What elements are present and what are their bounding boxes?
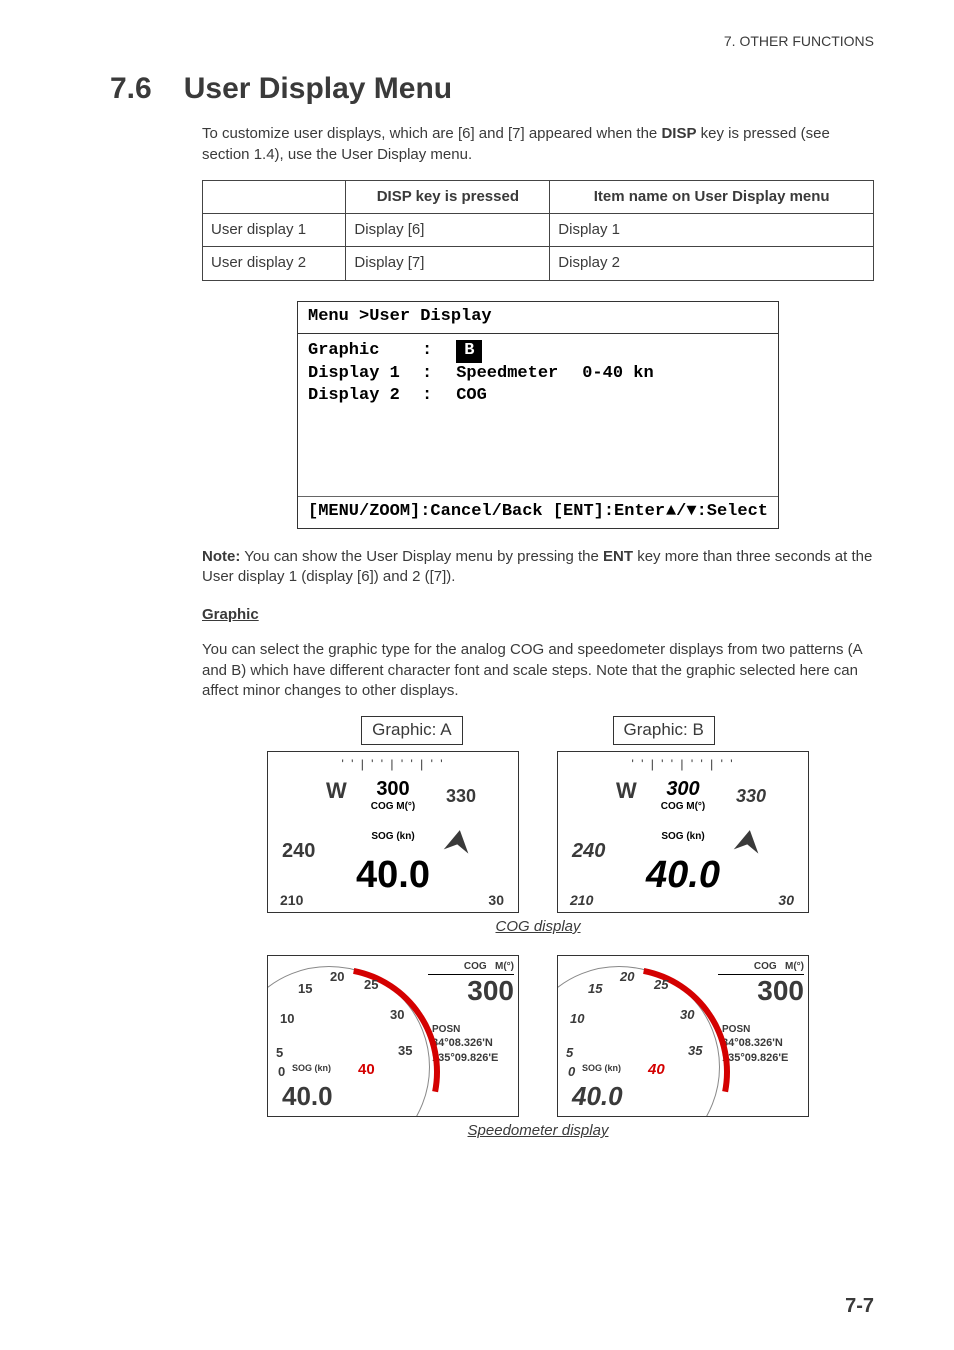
menu-value-extra: 0-40 kn	[582, 363, 653, 386]
menu-row-display2: Display 2 : COG	[308, 385, 768, 408]
cog-heading-300: 300	[558, 776, 808, 803]
spd-tick-30: 30	[390, 1006, 404, 1024]
spd-cog-unit: M(°)	[785, 961, 804, 972]
menu-footer: [MENU/ZOOM]:Cancel/Back [ENT]:Enter ▲/▼:…	[298, 497, 778, 528]
table-row: User display 2 Display [7] Display 2	[203, 247, 874, 280]
graphic-a-tag: Graphic: A	[361, 716, 462, 745]
spd-cog-label: COG	[754, 961, 777, 972]
speedometer-gauge-b: 0 5 10 15 20 25 30 35 SOG (kn) 40 40.0 C…	[557, 955, 809, 1117]
spd-cog-value: 300	[718, 977, 804, 1005]
spd-tick-0: 0	[568, 1063, 575, 1081]
note-ent-key: ENT	[603, 548, 633, 565]
spd-tick-0: 0	[278, 1063, 285, 1081]
spd-lon: 135°09.826'E	[718, 1051, 804, 1066]
spd-tick-25: 25	[364, 976, 378, 994]
graphic-labels: Graphic: A Graphic: B	[202, 716, 874, 745]
sog-label: SOG (kn)	[558, 830, 808, 844]
sog-value: 40.0	[558, 850, 808, 901]
spd-lat: 34°08.326'N	[428, 1036, 514, 1051]
spd-posn-label: POSN	[718, 1023, 804, 1037]
spd-sog-value: 40.0	[282, 1079, 333, 1114]
spd-needle-40: 40	[648, 1060, 672, 1084]
dial-ticks-icon: ' ' | ' ' | ' ' | ' '	[558, 756, 808, 772]
spd-tick-25: 25	[654, 976, 668, 994]
td: Display 1	[550, 214, 874, 247]
menu-value: COG	[456, 385, 487, 408]
graphic-paragraph: You can select the graphic type for the …	[202, 640, 874, 701]
spd-tick-10: 10	[570, 1010, 584, 1028]
td: Display 2	[550, 247, 874, 280]
spd-tick-35: 35	[688, 1042, 702, 1060]
cog-gauge-a: ' ' | ' ' | ' ' | ' ' W 300 330 240 210 …	[267, 751, 519, 913]
graphic-b-tag: Graphic: B	[613, 716, 715, 745]
spd-sog-label: SOG (kn)	[582, 1062, 621, 1074]
spd-tick-10: 10	[280, 1010, 294, 1028]
spd-tick-5: 5	[276, 1044, 283, 1062]
menu-key: Graphic	[308, 340, 408, 363]
spd-lat: 34°08.326'N	[718, 1036, 804, 1051]
cog-label: COG M(°)	[268, 800, 518, 814]
spd-tick-20: 20	[620, 968, 634, 986]
intro-disp-key: DISP	[661, 125, 696, 142]
menu-title: Menu >User Display	[298, 302, 778, 334]
spd-sog-label: SOG (kn)	[292, 1062, 331, 1074]
speedometer-gauge-a: 0 5 10 15 20 25 30 35 SOG (kn) 40 40.0 C…	[267, 955, 519, 1117]
menu-value: Speedmeter	[456, 363, 558, 386]
section-number: 7.6	[110, 69, 152, 110]
spd-tick-30: 30	[680, 1006, 694, 1024]
table-header-row: DISP key is pressed Item name on User Di…	[203, 180, 874, 213]
spd-needle-40: 40	[358, 1060, 382, 1084]
cog-gauge-b: ' ' | ' ' | ' ' | ' ' W 300 330 240 210 …	[557, 751, 809, 913]
menu-row-graphic: Graphic : B	[308, 340, 768, 363]
spd-cog-value: 300	[428, 977, 514, 1005]
menu-screenshot: Menu >User Display Graphic : B Display 1…	[297, 301, 779, 529]
display-mapping-table: DISP key is pressed Item name on User Di…	[202, 180, 874, 281]
td: User display 2	[203, 247, 346, 280]
menu-row-display1: Display 1 : Speedmeter 0-40 kn	[308, 363, 768, 386]
menu-key: Display 1	[308, 363, 408, 386]
page-number: 7-7	[845, 1293, 874, 1320]
note-text-a: You can show the User Display menu by pr…	[240, 548, 603, 565]
intro-text-a: To customize user displays, which are [6…	[202, 125, 661, 142]
spd-posn-label: POSN	[428, 1023, 514, 1037]
spd-cog-unit: M(°)	[495, 961, 514, 972]
spd-lon: 135°09.826'E	[428, 1051, 514, 1066]
spd-tick-5: 5	[566, 1044, 573, 1062]
dial-ticks-icon: ' ' | ' ' | ' ' | ' '	[268, 756, 518, 772]
menu-body: Graphic : B Display 1 : Speedmeter 0-40 …	[298, 334, 778, 497]
th-item-name: Item name on User Display menu	[550, 180, 874, 213]
graphic-subheading: Graphic	[202, 605, 874, 625]
sog-label: SOG (kn)	[268, 830, 518, 844]
spd-tick-20: 20	[330, 968, 344, 986]
td: Display [6]	[346, 214, 550, 247]
section-heading: 7.6 User Display Menu	[110, 69, 874, 110]
menu-value-selected: B	[456, 340, 482, 363]
menu-key: Display 2	[308, 385, 408, 408]
menu-footer-right: ▲/▼:Select	[666, 501, 768, 524]
cog-label: COG M(°)	[558, 800, 808, 814]
note-paragraph: Note: You can show the User Display menu…	[202, 547, 874, 588]
section-title: User Display Menu	[184, 69, 452, 110]
cog-caption: COG display	[202, 917, 874, 937]
spd-sog-value: 40.0	[572, 1079, 623, 1114]
spd-tick-15: 15	[588, 980, 602, 998]
running-header: 7. OTHER FUNCTIONS	[110, 32, 874, 51]
intro-paragraph: To customize user displays, which are [6…	[202, 124, 874, 165]
spd-tick-15: 15	[298, 980, 312, 998]
th-disp-pressed: DISP key is pressed	[346, 180, 550, 213]
speedometer-caption: Speedometer display	[202, 1121, 874, 1141]
table-row: User display 1 Display [6] Display 1	[203, 214, 874, 247]
spd-tick-35: 35	[398, 1042, 412, 1060]
th-blank	[203, 180, 346, 213]
menu-footer-left: [MENU/ZOOM]:Cancel/Back [ENT]:Enter	[308, 501, 665, 524]
td: Display [7]	[346, 247, 550, 280]
td: User display 1	[203, 214, 346, 247]
sog-value: 40.0	[268, 850, 518, 901]
note-label: Note:	[202, 548, 240, 565]
spd-cog-label: COG	[464, 961, 487, 972]
cog-heading-300: 300	[268, 776, 518, 803]
